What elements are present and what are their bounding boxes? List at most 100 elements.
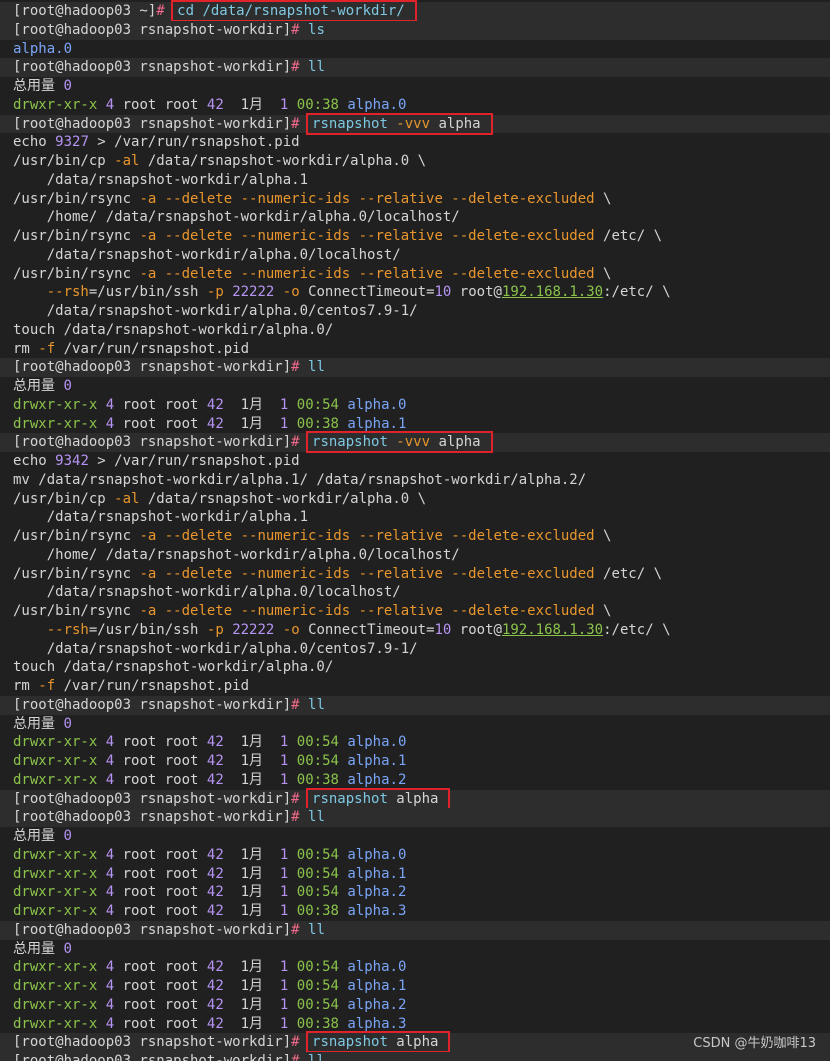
terminal-text: -f	[38, 678, 56, 694]
output-line: --rsh=/usr/bin/ssh -p 22222 -o ConnectTi…	[0, 283, 830, 302]
prompt-text: [root@hadoop03 rsnapshot-workdir]	[13, 1053, 292, 1061]
terminal-text: -a --delete --numeric-ids --relative --d…	[139, 565, 595, 582]
terminal-text: /var/run/rsnapshot.pid	[55, 340, 250, 357]
terminal-text: alpha.1	[347, 415, 407, 432]
terminal-text: /usr/bin/rsync	[13, 265, 140, 282]
command-text: rsnapshot	[312, 434, 388, 451]
terminal-text: /usr/bin/rsync	[13, 603, 140, 619]
terminal-text: /usr/bin/cp	[13, 490, 115, 507]
terminal-text: \	[594, 603, 612, 619]
terminal-text: #	[291, 115, 309, 132]
terminal-text: #	[291, 921, 309, 938]
terminal-text: 4	[105, 903, 115, 919]
terminal-text: alpha.2	[347, 771, 407, 788]
terminal-text: /usr/bin/cp	[13, 153, 115, 169]
terminal-text: alpha.0	[347, 734, 407, 751]
terminal-text: -p	[206, 621, 224, 638]
terminal-text: 1月	[223, 734, 280, 751]
terminal-text: 00:54	[296, 396, 339, 413]
prompt-text: [root@hadoop03 rsnapshot-workdir]	[13, 1034, 292, 1051]
output-line: /usr/bin/rsync -a --delete --numeric-ids…	[0, 602, 830, 621]
terminal-text: /var/run/rsnapshot.pid	[55, 678, 250, 694]
terminal-text: alpha.3	[347, 903, 407, 919]
terminal-text: /data/rsnapshot-workdir/alpha.0/localhos…	[13, 246, 401, 263]
terminal-text: #	[291, 359, 309, 376]
prompt-text: [root@hadoop03 rsnapshot-workdir]	[13, 696, 292, 713]
terminal-text: /usr/bin/rsync	[13, 528, 140, 544]
terminal-text: 42	[206, 865, 224, 882]
terminal-text: 4	[105, 865, 115, 882]
terminal-text: 1月	[223, 846, 280, 863]
prompt-text: [root@hadoop03 rsnapshot-workdir]	[13, 59, 292, 76]
command-text: ll	[308, 809, 325, 826]
terminal-text: 42	[206, 846, 224, 863]
terminal-text: root root	[114, 903, 207, 919]
highlighted-command-box: rsnapshot alpha	[306, 1031, 451, 1054]
terminal-text: drwxr-xr-x	[13, 959, 98, 976]
terminal-text: 1月	[223, 753, 280, 769]
prompt-text: [root@hadoop03 rsnapshot-workdir]	[13, 921, 292, 938]
command-text: -vvv	[387, 434, 431, 451]
terminal-window[interactable]: [root@hadoop03 ~]# cd /data/rsnapshot-wo…	[0, 0, 830, 1061]
terminal-text: mv /data/rsnapshot-workdir/alpha.1/ /dat…	[13, 471, 587, 488]
output-line: /usr/bin/rsync -a --delete --numeric-ids…	[0, 265, 830, 284]
terminal-text: 42	[206, 903, 224, 919]
terminal-text: 4	[105, 396, 115, 413]
terminal-text: 00:54	[296, 978, 339, 994]
output-line: drwxr-xr-x 4 root root 42 1月 1 00:54 alp…	[0, 977, 830, 996]
terminal-text: root root	[114, 1015, 207, 1032]
terminal-text: 42	[206, 396, 224, 413]
prompt-text: [root@hadoop03 rsnapshot-workdir]	[13, 790, 292, 807]
terminal-text: 192.168.1.30	[501, 284, 604, 301]
output-line: drwxr-xr-x 4 root root 42 1月 1 00:54 alp…	[0, 846, 830, 865]
terminal-text: alpha.0	[13, 40, 73, 57]
terminal-text: alpha.0	[347, 96, 407, 113]
terminal-text: --rsh	[46, 284, 89, 301]
terminal-text: /data/rsnapshot-workdir/alpha.0 \	[139, 153, 427, 169]
terminal-text: drwxr-xr-x	[13, 96, 98, 113]
terminal-text: 00:54	[296, 865, 339, 882]
terminal-text: alpha.2	[347, 884, 407, 901]
output-line: drwxr-xr-x 4 root root 42 1月 1 00:54 alp…	[0, 996, 830, 1015]
highlighted-command-box: rsnapshot -vvv alpha	[306, 112, 493, 135]
prompt-text: [root@hadoop03 rsnapshot-workdir]	[13, 809, 292, 826]
output-line: touch /data/rsnapshot-workdir/alpha.0/	[0, 658, 830, 677]
command-text: cd /data/rsnapshot-workdir/	[177, 3, 405, 19]
terminal-text: =/usr/bin/ssh	[88, 284, 207, 301]
terminal-text: 42	[206, 415, 224, 432]
terminal-text: alpha.0	[347, 396, 407, 413]
terminal-text: 1月	[223, 1015, 280, 1032]
terminal-text: 42	[206, 753, 224, 769]
terminal-text: echo	[13, 453, 56, 469]
terminal-text: drwxr-xr-x	[13, 978, 98, 994]
terminal-text: 00:54	[296, 753, 339, 769]
terminal-text: -al	[114, 153, 140, 169]
output-line: /home/ /data/rsnapshot-workdir/alpha.0/l…	[0, 208, 830, 227]
terminal-text: 42	[206, 884, 224, 901]
terminal-text: 1月	[223, 978, 280, 994]
terminal-text: 1月	[223, 396, 280, 413]
terminal-text: root root	[114, 734, 207, 751]
terminal-text: 1月	[223, 996, 280, 1013]
terminal-text: 42	[206, 978, 224, 994]
output-line: --rsh=/usr/bin/ssh -p 22222 -o ConnectTi…	[0, 621, 830, 640]
terminal-text: touch /data/rsnapshot-workdir/alpha.0/	[13, 659, 334, 676]
command-text: ls	[308, 21, 325, 38]
terminal-text: #	[291, 696, 309, 713]
command-text: ll	[308, 1053, 325, 1061]
terminal-text: 4	[105, 753, 115, 769]
terminal-text: rm	[13, 340, 39, 357]
terminal-text: drwxr-xr-x	[13, 415, 98, 432]
prompt-line: [root@hadoop03 rsnapshot-workdir]# ll	[0, 808, 830, 827]
output-line: /usr/bin/rsync -a --delete --numeric-ids…	[0, 565, 830, 584]
terminal-text: 00:38	[296, 771, 339, 788]
terminal-text: 0	[63, 378, 72, 394]
terminal-text: drwxr-xr-x	[13, 903, 98, 919]
terminal-text: 00:54	[296, 734, 339, 751]
prompt-line: [root@hadoop03 rsnapshot-workdir]# ll	[0, 695, 830, 715]
output-line: drwxr-xr-x 4 root root 42 1月 1 00:54 alp…	[0, 733, 830, 752]
terminal-text: #	[291, 809, 309, 826]
